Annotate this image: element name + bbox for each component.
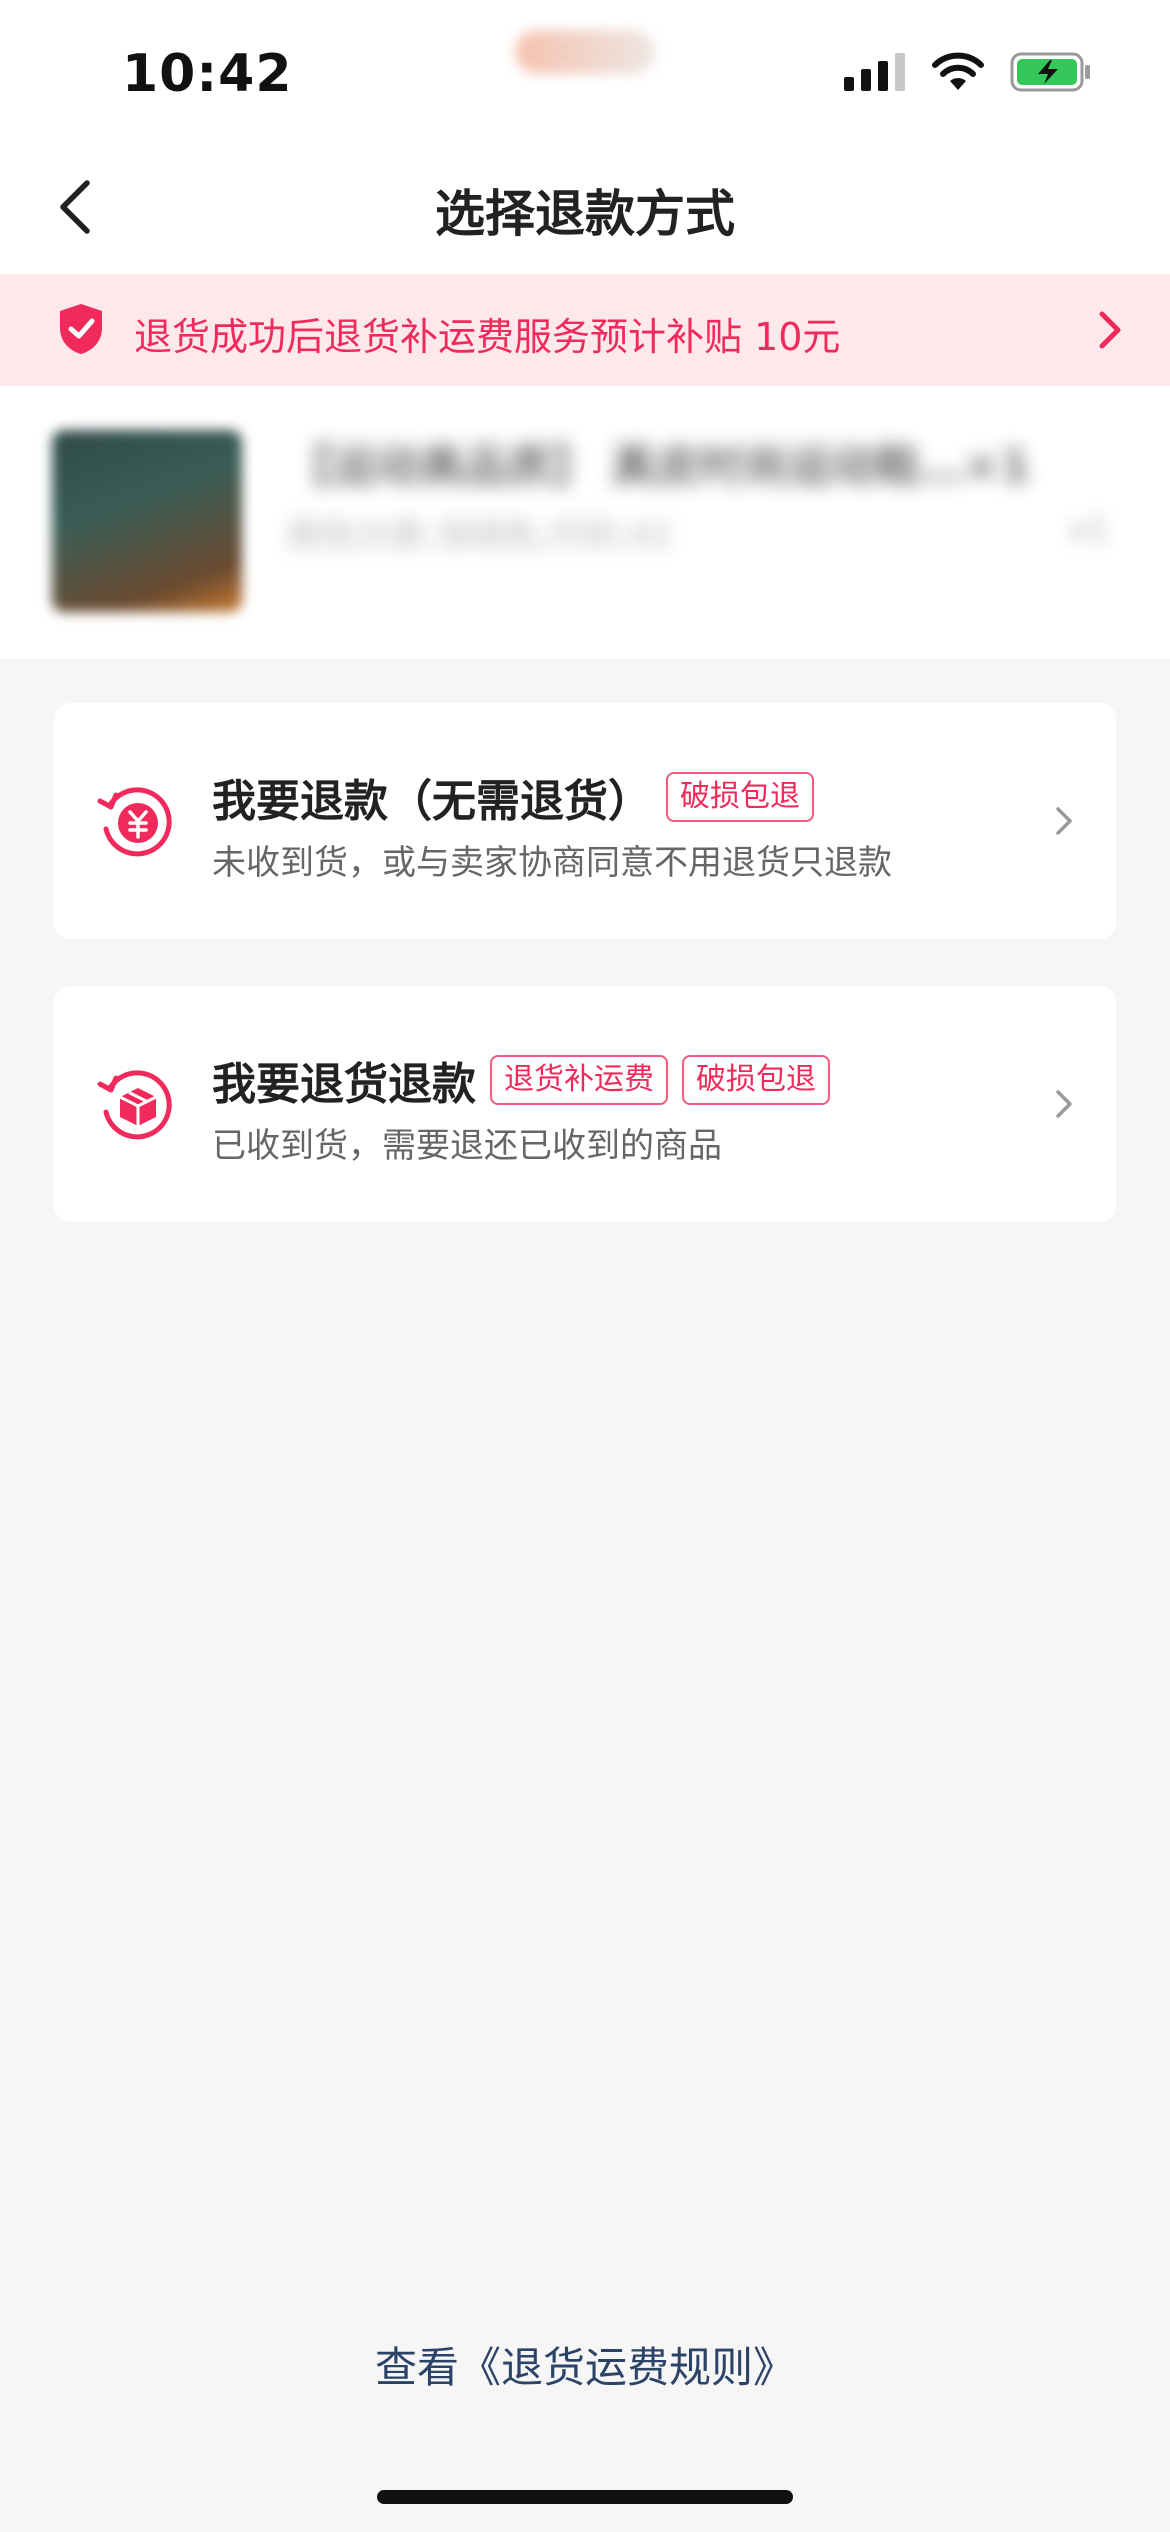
home-indicator (377, 2490, 793, 2504)
status-center-pill (515, 30, 655, 74)
option-title-row: 我要退货退款 退货补运费 破损包退 (212, 1048, 830, 1112)
product-thumbnail (52, 430, 242, 612)
option-return-and-refund[interactable]: 我要退货退款 退货补运费 破损包退 已收到货，需要退还已收到的商品 (54, 986, 1116, 1222)
status-time: 10:42 (122, 44, 293, 104)
banner-text: 退货成功后退货补运费服务预计补贴 10元 (134, 315, 841, 359)
return-shipping-rules-link[interactable]: 查看《退货运费规则》 (0, 2334, 1170, 2395)
nav-bar: 选择退款方式 (0, 140, 1170, 274)
option-description: 未收到货，或与卖家协商同意不用退货只退款 (212, 843, 892, 883)
chevron-right-icon (1056, 807, 1072, 835)
shipping-subsidy-banner[interactable]: 退货成功后退货补运费服务预计补贴 10元 (0, 274, 1170, 386)
return-package-icon (97, 1070, 172, 1140)
chevron-right-icon (1099, 311, 1121, 349)
tag-damage-return: 破损包退 (666, 772, 814, 822)
option-description: 已收到货，需要退还已收到的商品 (212, 1126, 722, 1166)
product-sku: 颜色分类:深绿色;尺码:42 (288, 516, 672, 556)
option-title: 我要退货退款 (212, 1059, 476, 1110)
option-title-row: 我要退款（无需退货） 破损包退 (212, 765, 814, 829)
option-refund-only[interactable]: 我要退款（无需退货） 破损包退 未收到货，或与卖家协商同意不用退货只退款 (54, 703, 1116, 939)
wifi-icon (932, 52, 984, 90)
page-title: 选择退款方式 (435, 185, 735, 243)
tag-damage-return: 破损包退 (682, 1055, 830, 1105)
refund-method-page: 10:42 选择退款方式 退货成功后退货补运费服务预计补贴 10元 【运动高品质… (0, 0, 1170, 2532)
shield-check-icon (60, 304, 102, 354)
tag-return-shipping-subsidy: 退货补运费 (490, 1055, 668, 1105)
product-title: 【运动高品质】 真皮时尚运动鞋…×1 (288, 441, 1031, 492)
status-bar: 10:42 (0, 0, 1170, 140)
product-quantity: x1 (1068, 510, 1110, 550)
cellular-signal-icon (844, 53, 905, 91)
option-title: 我要退款（无需退货） (212, 776, 652, 827)
battery-charging-icon (1010, 52, 1090, 92)
product-summary: 【运动高品质】 真皮时尚运动鞋…×1 颜色分类:深绿色;尺码:42 x1 (0, 386, 1170, 658)
chevron-right-icon (1056, 1090, 1072, 1118)
refund-yuan-icon (97, 787, 172, 857)
status-icons (844, 52, 1092, 92)
